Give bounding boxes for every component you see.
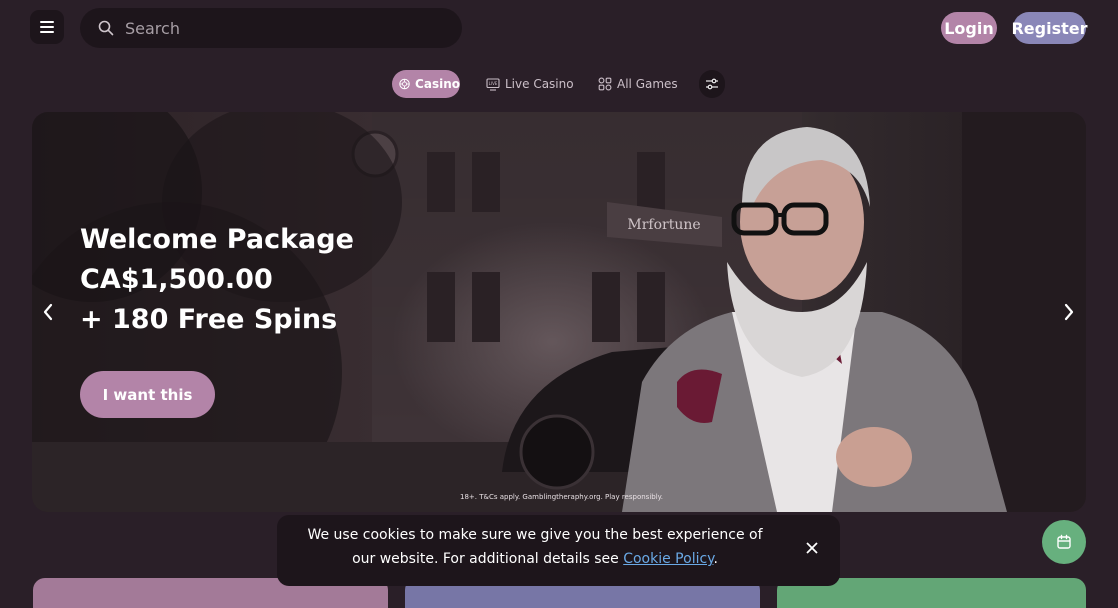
live-tv-icon: LIVE — [486, 77, 500, 91]
tab-label: All Games — [617, 77, 678, 91]
carousel-next-button[interactable] — [1057, 300, 1081, 324]
search-input[interactable] — [123, 17, 427, 39]
tab-casino[interactable]: Casino — [392, 70, 460, 98]
login-button[interactable]: Login — [941, 12, 997, 44]
headline-line: CA$1,500.00 — [80, 264, 273, 295]
cookie-text-end: . — [713, 551, 718, 567]
calendar-icon — [1057, 534, 1071, 549]
tab-live-casino[interactable]: LIVE Live Casino — [486, 70, 574, 98]
tab-all-games[interactable]: All Games — [598, 70, 680, 98]
tab-label: Casino — [415, 77, 460, 91]
search-icon — [98, 20, 114, 36]
banner-headline: Welcome Package CA$1,500.00 + 180 Free S… — [80, 220, 354, 340]
i-want-this-button[interactable]: I want this — [80, 371, 215, 418]
svg-text:LIVE: LIVE — [489, 81, 498, 86]
close-icon — [806, 542, 818, 554]
cookie-close-button[interactable] — [802, 538, 822, 558]
menu-icon-bar — [40, 31, 54, 33]
category-tabs: Casino LIVE Live Casino All Games — [0, 70, 1118, 98]
chevron-left-icon — [43, 303, 53, 321]
cookie-policy-link[interactable]: Cookie Policy — [623, 551, 713, 567]
building-sign: Mrfortune — [627, 217, 700, 233]
menu-icon-bar — [40, 21, 54, 23]
cookie-message: We use cookies to make sure we give you … — [295, 523, 775, 571]
promo-banner: Mrfortune Welcome Package CA$1,500.00 + … — [32, 112, 1086, 512]
headline-line: + 180 Free Spins — [80, 304, 338, 335]
calendar-button[interactable] — [1042, 520, 1086, 564]
search-bar[interactable] — [80, 8, 462, 48]
headline-line: Welcome Package — [80, 224, 354, 255]
cookie-banner: We use cookies to make sure we give you … — [277, 515, 840, 586]
banner-disclaimer: 18+. T&Cs apply. Gamblingtheraphy.org. P… — [460, 493, 664, 501]
menu-icon-bar — [40, 26, 54, 28]
hamburger-menu-button[interactable] — [30, 10, 64, 44]
filter-sliders-icon — [706, 78, 718, 90]
carousel-prev-button[interactable] — [36, 300, 60, 324]
register-button[interactable]: Register — [1011, 12, 1088, 44]
tab-label: Live Casino — [505, 77, 574, 91]
grid-icon — [598, 77, 612, 91]
chevron-right-icon — [1064, 303, 1074, 321]
filter-button[interactable] — [699, 70, 725, 98]
casino-chip-icon — [399, 78, 410, 90]
